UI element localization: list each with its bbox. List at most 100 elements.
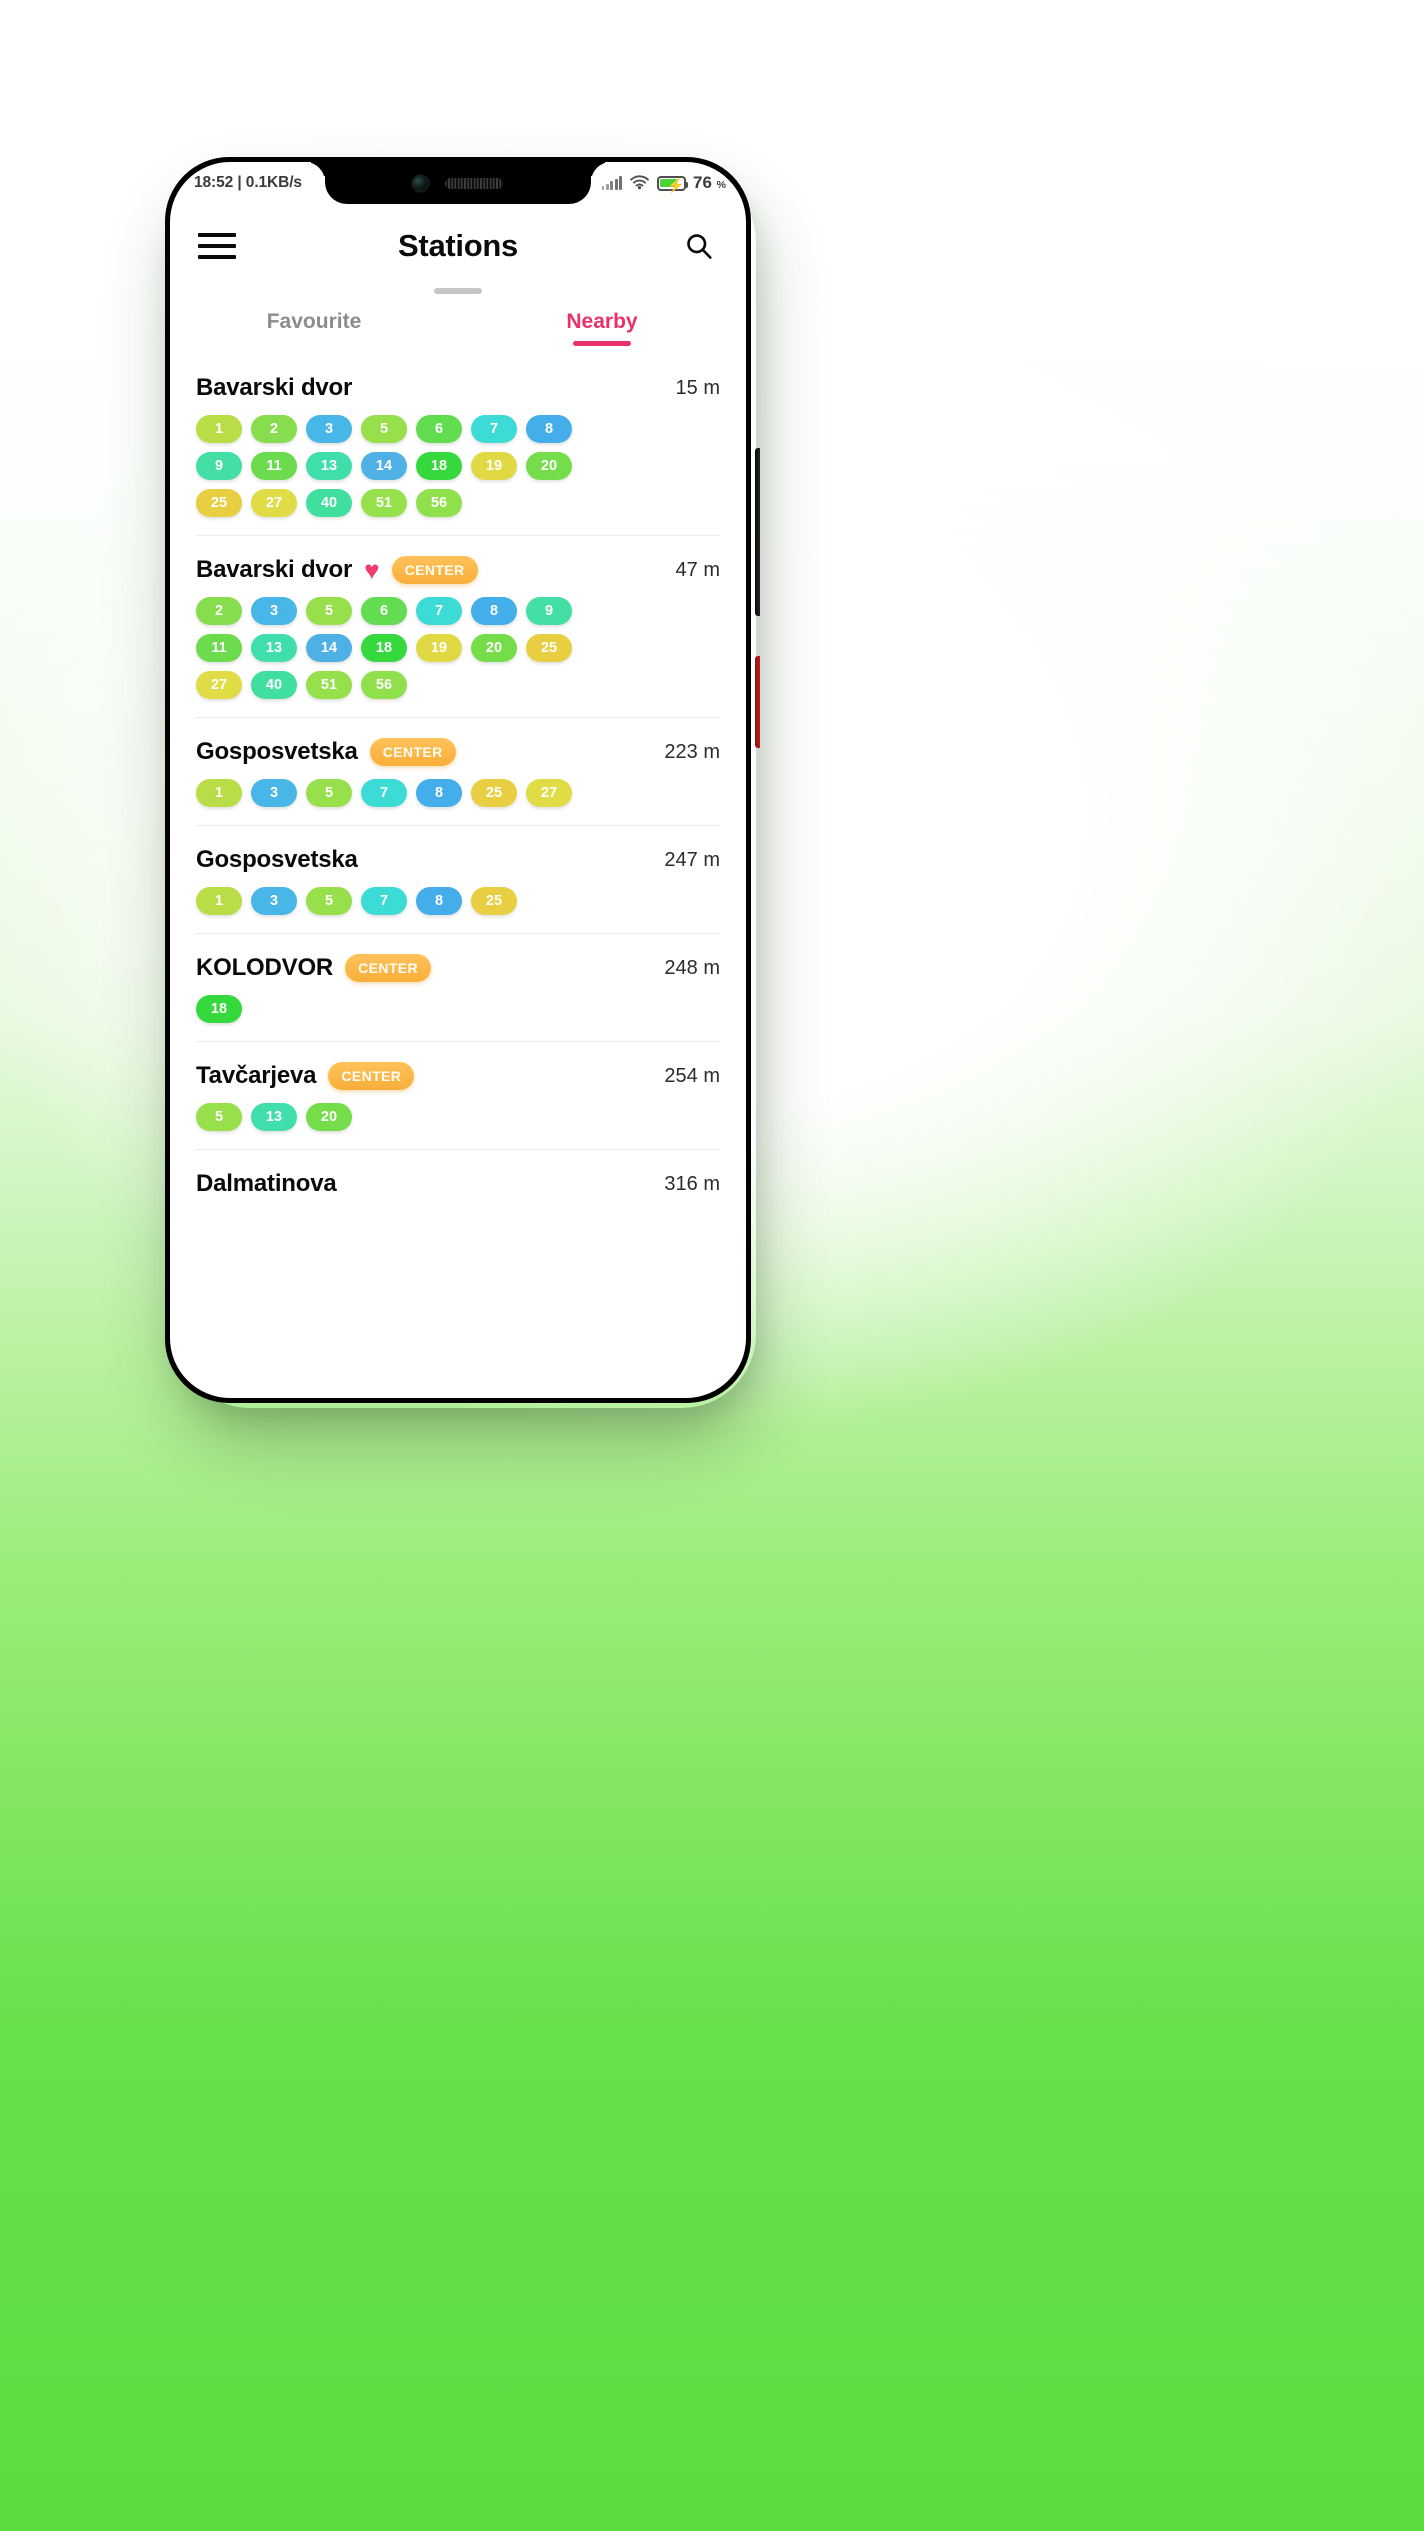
drag-handle[interactable]: [434, 288, 482, 294]
tab-bar: Favourite Nearby: [170, 288, 746, 354]
tab-active-underline: [573, 341, 631, 346]
bus-line-badge[interactable]: 5: [361, 415, 407, 443]
bus-line-badge[interactable]: 3: [251, 887, 297, 915]
station-list[interactable]: Bavarski dvor 15 m 1 2 3 5 6 7 8 9 11 13 14 18 19 20 25 2…: [170, 354, 746, 1216]
station-distance: 15 m: [675, 376, 720, 399]
station-header: Gosposvetska CENTER 223 m: [196, 738, 720, 766]
bus-line-badge[interactable]: 13: [251, 1103, 297, 1131]
station-name: KOLODVOR: [196, 954, 334, 981]
bus-line-badge[interactable]: 11: [196, 634, 242, 662]
bus-line-badge[interactable]: 2: [196, 597, 242, 625]
bus-line-badge[interactable]: 1: [196, 887, 242, 915]
bus-line-badge[interactable]: 9: [526, 597, 572, 625]
bus-line-badge[interactable]: 5: [306, 597, 352, 625]
bus-line-badge[interactable]: 6: [416, 415, 462, 443]
battery-percent-label: 76 %: [693, 173, 726, 192]
station-distance: 247 m: [664, 848, 720, 871]
station-row[interactable]: Bavarski dvor 15 m 1 2 3 5 6 7 8 9 11 13 14 18 19 20 25 2…: [196, 354, 720, 536]
bus-line-badge[interactable]: 5: [306, 887, 352, 915]
bus-line-badge[interactable]: 56: [416, 489, 462, 517]
signal-bars-icon: [601, 176, 622, 190]
station-name: Bavarski dvor: [196, 374, 353, 401]
status-indicators: ⚡ 76 %: [601, 173, 726, 193]
bus-line-badge[interactable]: 5: [306, 779, 352, 807]
station-distance: 223 m: [664, 740, 720, 763]
bus-line-badge[interactable]: 25: [526, 634, 572, 662]
bus-line-badge[interactable]: 2: [251, 415, 297, 443]
station-row[interactable]: KOLODVOR CENTER 248 m 18: [196, 934, 720, 1042]
favourite-heart-icon[interactable]: ♥: [364, 557, 379, 583]
station-row[interactable]: Gosposvetska CENTER 223 m 1 3 5 7 8 25 27: [196, 718, 720, 826]
tab-nearby[interactable]: Nearby: [458, 310, 746, 346]
bus-line-badge[interactable]: 1: [196, 415, 242, 443]
bus-line-badge[interactable]: 27: [526, 779, 572, 807]
bus-line-badge[interactable]: 7: [471, 415, 517, 443]
bus-line-badge[interactable]: 18: [416, 452, 462, 480]
tab-favourite[interactable]: Favourite: [170, 310, 458, 346]
bus-line-badge[interactable]: 7: [416, 597, 462, 625]
bus-line-badge[interactable]: 51: [361, 489, 407, 517]
bus-line-badge[interactable]: 19: [416, 634, 462, 662]
tab-nearby-label: Nearby: [566, 310, 638, 333]
bus-line-badge[interactable]: 40: [251, 671, 297, 699]
station-name: Gosposvetska: [196, 738, 358, 765]
power-button[interactable]: [755, 656, 760, 748]
bus-line-badge[interactable]: 3: [251, 779, 297, 807]
station-header: Gosposvetska 247 m: [196, 846, 720, 874]
bus-line-badge[interactable]: 18: [361, 634, 407, 662]
center-zone-badge: CENTER: [369, 738, 456, 766]
bus-line-badge[interactable]: 7: [361, 779, 407, 807]
bus-line-badge[interactable]: 20: [306, 1103, 352, 1131]
bus-line-badge[interactable]: 6: [361, 597, 407, 625]
bus-line-badge[interactable]: 8: [471, 597, 517, 625]
bus-line-badge[interactable]: 8: [416, 887, 462, 915]
bus-line-badge[interactable]: 14: [361, 452, 407, 480]
bus-line-badge[interactable]: 8: [526, 415, 572, 443]
bus-line-badge[interactable]: 27: [196, 671, 242, 699]
bus-line-badges: 18: [196, 995, 626, 1023]
bus-line-badges: 1 3 5 7 8 25 27: [196, 779, 626, 807]
station-distance: 47 m: [675, 558, 720, 581]
hamburger-menu-icon[interactable]: [198, 233, 236, 259]
station-distance: 248 m: [664, 956, 720, 979]
station-distance: 254 m: [664, 1064, 720, 1087]
station-header: KOLODVOR CENTER 248 m: [196, 954, 720, 982]
center-zone-badge: CENTER: [345, 954, 432, 982]
volume-rocker-button[interactable]: [755, 448, 760, 616]
bus-line-badge[interactable]: 51: [306, 671, 352, 699]
station-row[interactable]: Tavčarjeva CENTER 254 m 5 13 20: [196, 1042, 720, 1150]
station-header: Bavarski dvor ♥ CENTER 47 m: [196, 556, 720, 584]
search-icon[interactable]: [680, 227, 718, 265]
center-zone-badge: CENTER: [328, 1062, 415, 1090]
bus-line-badge[interactable]: 56: [361, 671, 407, 699]
bus-line-badge[interactable]: 3: [251, 597, 297, 625]
bus-line-badge[interactable]: 3: [306, 415, 352, 443]
bus-line-badge[interactable]: 20: [526, 452, 572, 480]
bus-line-badge[interactable]: 25: [196, 489, 242, 517]
station-row[interactable]: Gosposvetska 247 m 1 3 5 7 8 25: [196, 826, 720, 934]
station-name: Tavčarjeva: [196, 1062, 317, 1089]
bus-line-badge[interactable]: 19: [471, 452, 517, 480]
bus-line-badge[interactable]: 13: [306, 452, 352, 480]
bus-line-badge[interactable]: 20: [471, 634, 517, 662]
bus-line-badge[interactable]: 5: [196, 1103, 242, 1131]
bus-line-badge[interactable]: 11: [251, 452, 297, 480]
bus-line-badge[interactable]: 18: [196, 995, 242, 1023]
bus-line-badge[interactable]: 13: [251, 634, 297, 662]
bus-line-badge[interactable]: 1: [196, 779, 242, 807]
bus-line-badge[interactable]: 7: [361, 887, 407, 915]
station-name: Dalmatinova: [196, 1170, 337, 1197]
tab-favourite-label: Favourite: [266, 310, 362, 333]
bus-line-badge[interactable]: 25: [471, 887, 517, 915]
bus-line-badge[interactable]: 25: [471, 779, 517, 807]
bus-line-badges: 1 3 5 7 8 25: [196, 887, 626, 915]
bus-line-badge[interactable]: 8: [416, 779, 462, 807]
bus-line-badge[interactable]: 14: [306, 634, 352, 662]
station-row[interactable]: Dalmatinova 316 m: [196, 1150, 720, 1216]
bus-line-badge[interactable]: 9: [196, 452, 242, 480]
bus-line-badge[interactable]: 40: [306, 489, 352, 517]
status-time-network: 18:52 | 0.1KB/s: [194, 174, 302, 191]
status-bar: 18:52 | 0.1KB/s ⚡ 76 %: [170, 162, 746, 204]
station-row[interactable]: Bavarski dvor ♥ CENTER 47 m 2 3 5 6 7 8 9 11 13 14 18 1…: [196, 536, 720, 718]
bus-line-badge[interactable]: 27: [251, 489, 297, 517]
